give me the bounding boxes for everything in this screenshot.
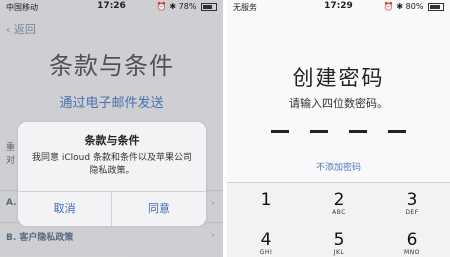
- battery-icon: [428, 2, 444, 11]
- alert-buttons: 取消 同意: [18, 191, 206, 226]
- terms-alert-dialog: 条款与条件 我同意 iCloud 条款和条件以及苹果公司隐私政策。 取消 同意: [18, 122, 206, 226]
- passcode-digit-placeholder: [388, 130, 406, 133]
- key-letters: MNO: [404, 249, 420, 256]
- alarm-icon: ⏰: [383, 2, 394, 11]
- key-number: 1: [260, 190, 272, 210]
- bluetooth-icon: ✱: [396, 2, 404, 11]
- key-number: 2: [333, 190, 345, 210]
- alert-message: 我同意 iCloud 条款和条件以及苹果公司隐私政策。: [32, 153, 192, 176]
- key-letters: GHI: [259, 249, 273, 256]
- key-letters: ABC: [332, 209, 346, 216]
- numeric-keypad: 1 2 ABC 3 DEF 4 GHI 5 JKL 6 MNO: [227, 182, 450, 257]
- passcode-digit-placeholder: [310, 130, 328, 133]
- right-phone-screen: 无服务 17:29 ⏰ ✱ 80% 创建密码 请输入四位数密码。 不添加密码 1…: [227, 0, 450, 257]
- key-number: 3: [406, 190, 418, 210]
- passcode-prompt: 请输入四位数密码。: [289, 97, 388, 110]
- key-1[interactable]: 1: [229, 185, 303, 227]
- key-5[interactable]: 5 JKL: [302, 225, 376, 257]
- key-number: 6: [406, 230, 418, 250]
- agree-button[interactable]: 同意: [112, 192, 206, 226]
- passcode-digit-placeholder: [349, 130, 367, 133]
- key-2[interactable]: 2 ABC: [302, 185, 376, 227]
- key-letters: DEF: [405, 209, 419, 216]
- left-phone-screen: 中国移动 17:26 ⏰ ✱ 78% ‹ 返回 条款与条件 通过电子邮件发送 重…: [0, 0, 223, 257]
- passcode-entry-dashes: [271, 130, 407, 134]
- status-bar: 无服务 17:29 ⏰ ✱ 80%: [227, 0, 450, 14]
- dont-add-passcode-link[interactable]: 不添加密码: [227, 160, 450, 173]
- battery-percent: 80%: [405, 2, 424, 11]
- key-letters: JKL: [333, 249, 345, 256]
- alert-title: 条款与条件: [84, 134, 140, 147]
- status-right: ⏰ ✱ 80%: [384, 2, 444, 11]
- key-number: 4: [260, 230, 272, 250]
- cancel-button[interactable]: 取消: [18, 192, 112, 226]
- key-3[interactable]: 3 DEF: [375, 185, 449, 227]
- key-4[interactable]: 4 GHI: [229, 225, 303, 257]
- create-passcode-title: 创建密码: [292, 66, 385, 90]
- key-number: 5: [333, 230, 345, 250]
- key-6[interactable]: 6 MNO: [375, 225, 449, 257]
- passcode-digit-placeholder: [271, 130, 289, 133]
